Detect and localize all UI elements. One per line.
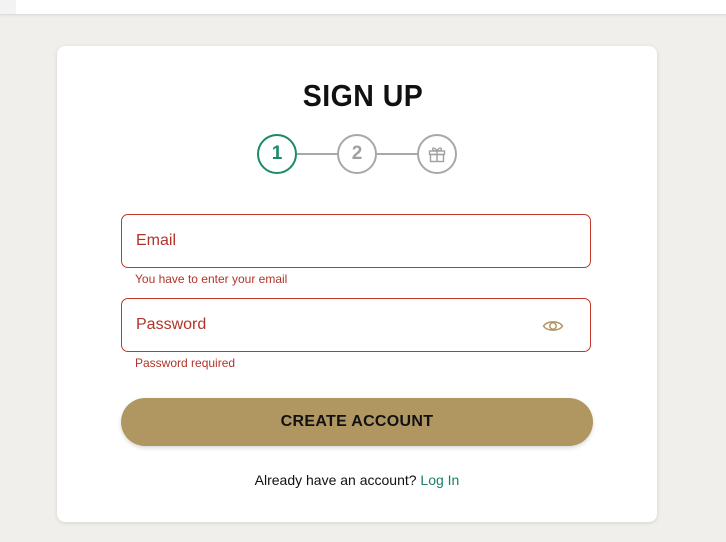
step-1-label: 1 <box>271 143 283 164</box>
gift-icon <box>428 147 446 163</box>
email-error: You have to enter your email <box>135 272 288 286</box>
password-error: Password required <box>135 356 236 370</box>
create-account-button[interactable]: CREATE ACCOUNT <box>121 398 593 446</box>
eye-icon[interactable] <box>542 316 564 336</box>
password-input[interactable] <box>122 299 590 351</box>
browser-top-bar <box>0 0 726 15</box>
page-title: SIGN UP <box>302 78 424 113</box>
step-connector-2 <box>377 153 419 155</box>
step-3 <box>417 134 457 174</box>
login-link[interactable]: Log In <box>420 472 459 488</box>
step-2-label: 2 <box>351 143 363 164</box>
step-connector-1 <box>297 153 339 155</box>
email-input[interactable] <box>122 215 590 267</box>
signup-stepper: 1 2 <box>257 134 457 174</box>
password-field <box>121 298 591 352</box>
email-field <box>121 214 591 268</box>
login-prompt: Already have an account? Log In <box>0 472 714 488</box>
step-2: 2 <box>337 134 377 174</box>
top-bar-corner <box>0 0 16 14</box>
step-1: 1 <box>257 134 297 174</box>
login-prompt-text: Already have an account? <box>254 472 417 488</box>
